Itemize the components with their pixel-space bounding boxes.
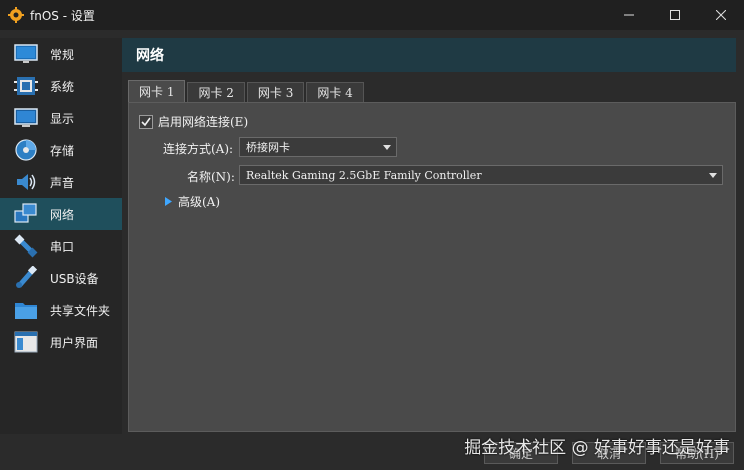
network-icon [14,203,37,223]
sidebar-item-serial-port[interactable]: 串口 [0,230,122,262]
display-icon [14,108,38,127]
system-icon [14,77,38,95]
sidebar-item-system[interactable]: 系统 [0,70,122,102]
sidebar-item-label: 常规 [50,47,75,62]
user-interface-icon [14,331,38,353]
sidebar-item-label: 声音 [50,175,75,190]
sidebar-item-label: 共享文件夹 [50,303,111,318]
general-icon [14,44,38,63]
maximize-button[interactable] [652,0,698,30]
close-button[interactable] [698,0,744,30]
sidebar-item-shared-folder[interactable]: 共享文件夹 [0,294,122,326]
tab-adapter-1[interactable]: 网卡 1 [128,80,186,102]
audio-icon [17,174,36,190]
sidebar-item-user-interface[interactable]: 用户界面 [0,326,122,358]
page-title: 网络 [136,48,164,64]
sidebar-item-label: 存储 [50,143,75,158]
adapter-panel: 启用网络连接(E) 连接方式(A): 桥接网卡 名称(N): Realtek G… [128,102,736,432]
close-icon [716,10,726,20]
sidebar-item-label: 串口 [50,239,75,254]
sidebar-item-general[interactable]: 常规 [0,38,122,70]
sidebar-item-label: 用户界面 [50,335,99,350]
attached-to-select[interactable]: 桥接网卡 [239,137,397,157]
settings-sidebar: 常规 系统 显示 存储 声音 网络 串口 USB设备 共享文件夹 用户界面 [0,38,122,434]
page-header: 网络 [122,38,736,72]
advanced-label: 高级(A) [178,195,221,209]
expand-arrow-icon [165,197,172,206]
sidebar-item-network[interactable]: 网络 [0,198,122,230]
settings-window: fnOS - 设置 常规 系统 显示 存储 声音 网络 串口 USB设备 共享文… [0,0,744,470]
sidebar-item-storage[interactable]: 存储 [0,134,122,166]
sidebar-item-label: 网络 [50,207,75,222]
sidebar-item-usb[interactable]: USB设备 [0,262,122,294]
tab-label: 网卡 2 [198,86,234,100]
tab-label: 网卡 4 [317,86,353,100]
minimize-button[interactable] [606,0,652,30]
tab-adapter-4[interactable]: 网卡 4 [306,82,364,102]
window-controls [606,0,744,30]
storage-icon [15,139,37,161]
sidebar-item-label: USB设备 [50,271,99,286]
adapter-tabs: 网卡 1 网卡 2 网卡 3 网卡 4 [128,80,366,102]
enable-adapter-label: 启用网络连接(E) [158,115,249,129]
shared-folder-icon [15,303,37,319]
name-label: 名称(N): [187,170,235,184]
adapter-name-select[interactable]: Realtek Gaming 2.5GbE Family Controller [239,165,723,185]
serial-port-icon [14,234,38,258]
minimize-icon [624,14,634,16]
maximize-icon [670,10,680,20]
window-title: fnOS - 设置 [30,8,95,23]
sidebar-item-label: 显示 [50,111,75,126]
chevron-down-icon [378,138,396,156]
attached-to-label: 连接方式(A): [163,142,234,156]
sidebar-item-label: 系统 [50,79,75,94]
checkmark-icon [141,117,151,126]
title-bar[interactable]: fnOS - 设置 [0,0,744,30]
sidebar-item-audio[interactable]: 声音 [0,166,122,198]
app-gear-icon [8,7,24,23]
usb-icon [16,266,38,288]
tab-adapter-2[interactable]: 网卡 2 [187,82,245,102]
chevron-down-icon [704,166,722,184]
watermark-text: 掘金技术社区 @ 好事好事还是好事 [464,438,730,458]
tab-label: 网卡 3 [257,86,294,100]
enable-adapter-row: 启用网络连接(E) [139,113,248,130]
tab-adapter-3[interactable]: 网卡 3 [246,82,305,102]
advanced-toggle[interactable]: 高级(A) [165,193,220,210]
tab-label: 网卡 1 [139,85,175,99]
adapter-name-value: Realtek Gaming 2.5GbE Family Controller [246,168,482,182]
sidebar-item-display[interactable]: 显示 [0,102,122,134]
enable-adapter-checkbox[interactable] [139,114,153,129]
attached-to-value: 桥接网卡 [246,141,290,154]
